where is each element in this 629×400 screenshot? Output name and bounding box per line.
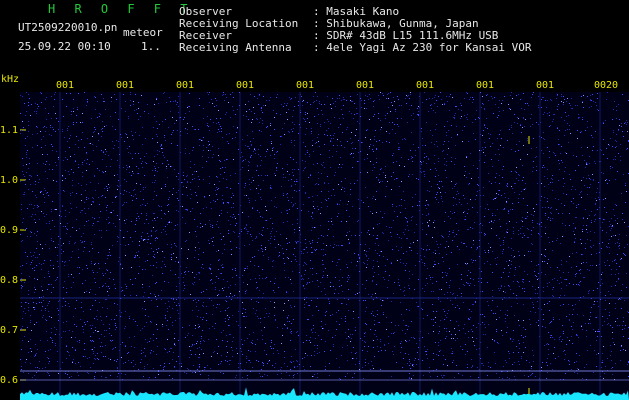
- spectrogram-canvas: [20, 92, 629, 400]
- spectrogram-plot: [20, 92, 629, 400]
- y-tick: 1.0: [0, 175, 19, 186]
- x-tick: 0020: [594, 80, 619, 91]
- x-tick: 001: [116, 80, 135, 91]
- antenna-label: Receiving Antenna: [179, 41, 292, 54]
- datetime: 25.09.22 00:10: [18, 40, 111, 53]
- y-tick: 0.6: [0, 375, 19, 386]
- tag-label: meteor: [123, 26, 163, 39]
- filename: UT2509220010.pn: [18, 21, 118, 34]
- x-tick: 001: [476, 80, 495, 91]
- app-brand: H R O F F T: [48, 2, 194, 16]
- index-label: 1..: [141, 40, 161, 53]
- y-tick: 0.9: [0, 225, 19, 236]
- x-tick: 001: [176, 80, 195, 91]
- x-tick: 001: [56, 80, 75, 91]
- antenna-value: : 4ele Yagi Az 230 for Kansai VOR: [313, 41, 532, 54]
- header: H R O F F T UT2509220010.pn meteor 25.09…: [0, 0, 629, 78]
- y-tick: 1.1: [0, 125, 19, 136]
- x-tick: 001: [296, 80, 315, 91]
- x-tick: 001: [536, 80, 555, 91]
- y-tick: 0.7: [0, 325, 19, 336]
- x-tick: 001: [236, 80, 255, 91]
- x-tick: 001: [416, 80, 435, 91]
- x-tick: 001: [356, 80, 375, 91]
- y-tick: 0.8: [0, 275, 19, 286]
- y-axis-unit: kHz: [1, 74, 20, 85]
